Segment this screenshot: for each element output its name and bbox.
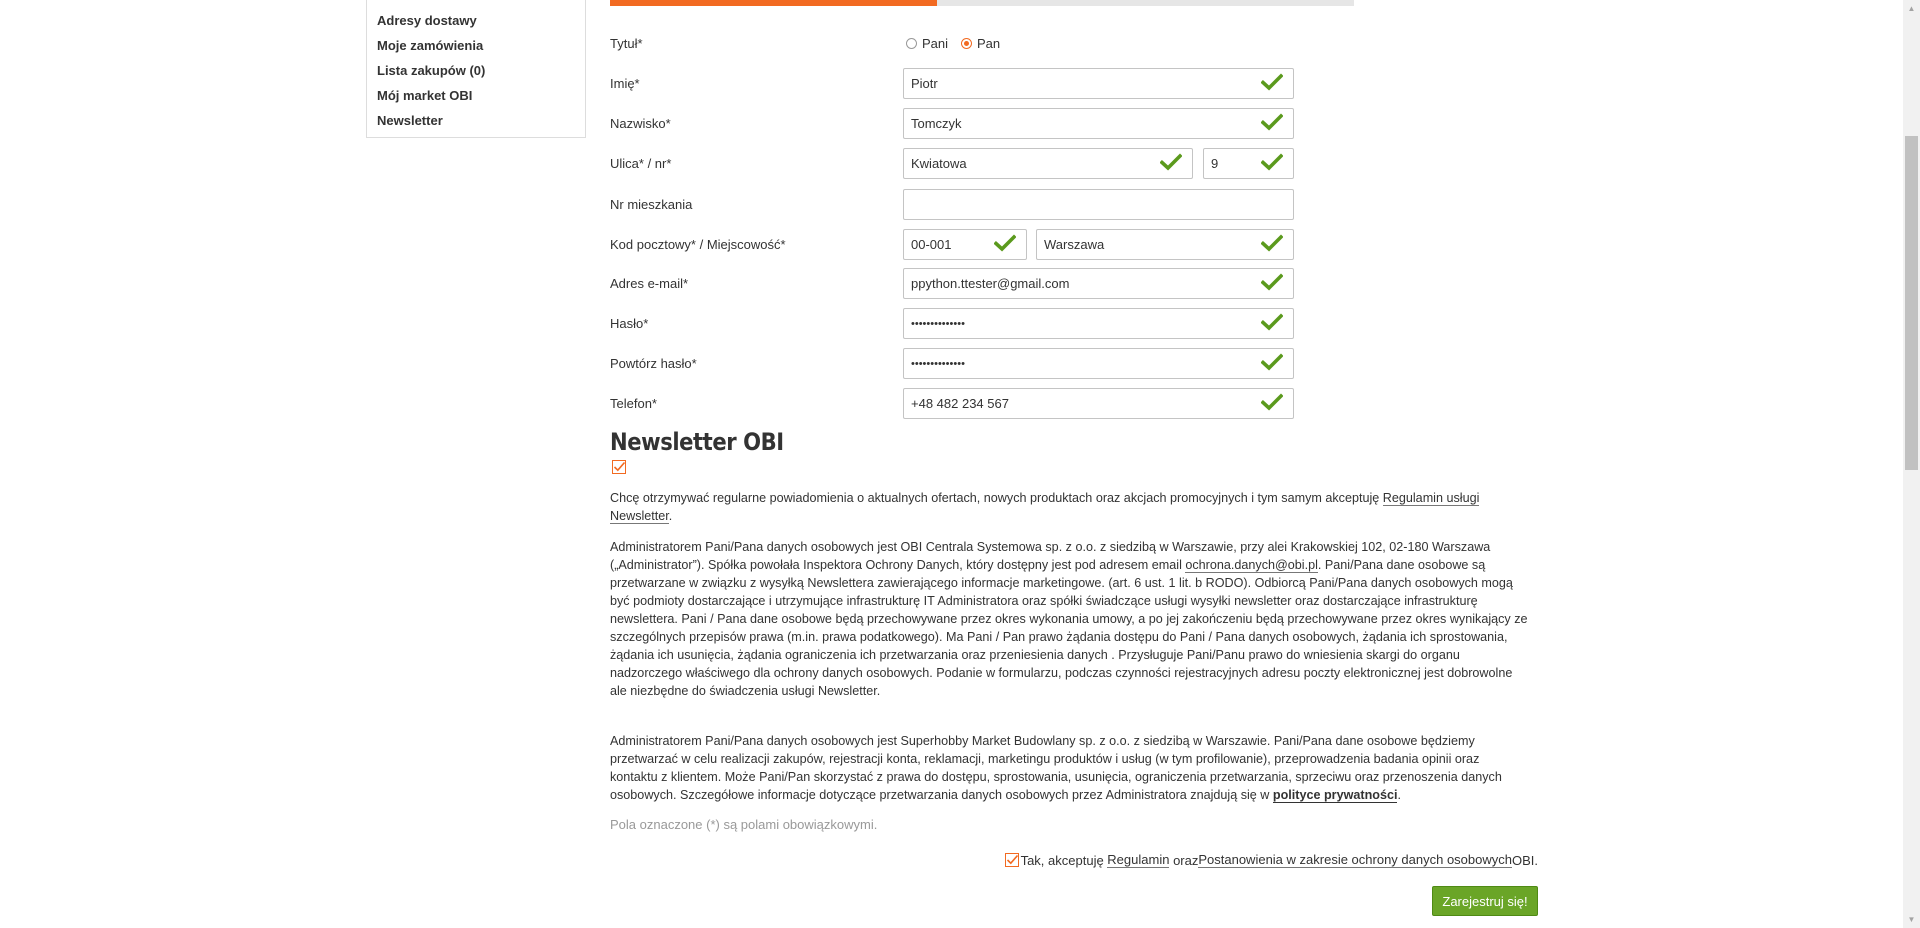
admin2-end: . xyxy=(1397,788,1401,802)
street-field[interactable]: Kwiatowa xyxy=(903,148,1193,179)
valid-check-icon xyxy=(994,233,1020,256)
terms-checkbox[interactable] xyxy=(1004,853,1019,867)
phone-value: +48 482 234 567 xyxy=(911,396,1009,411)
valid-check-icon xyxy=(1261,233,1287,256)
postal-code-value: 00-001 xyxy=(911,237,952,252)
sidebar-item-my-market[interactable]: Mój market OBI xyxy=(377,88,472,103)
password-repeat-label: Powtórz hasło* xyxy=(610,356,697,371)
radio-pan-label: Pan xyxy=(977,36,1001,51)
progress-fill xyxy=(610,0,938,6)
city-value: Warszawa xyxy=(1044,237,1105,252)
first-name-field[interactable]: Piotr xyxy=(903,68,1294,99)
sidebar-item-shopping-list[interactable]: Lista zakupów (0) xyxy=(377,63,485,78)
postal-code-field[interactable]: 00-001 xyxy=(903,229,1027,260)
last-name-value: Tomczyk xyxy=(911,116,962,131)
first-name-value: Piotr xyxy=(911,76,938,91)
password-repeat-field[interactable]: •••••••••••••• xyxy=(903,348,1294,379)
valid-check-icon xyxy=(1261,312,1287,335)
apartment-label: Nr mieszkania xyxy=(610,197,693,212)
consent-end: . xyxy=(668,509,673,523)
last-name-label: Nazwisko* xyxy=(610,116,671,131)
last-name-field[interactable]: Tomczyk xyxy=(903,108,1294,139)
newsletter-heading: Newsletter OBI xyxy=(610,428,784,456)
title-label: Tytuł* xyxy=(610,36,643,51)
valid-check-icon xyxy=(1261,112,1287,135)
postal-city-label: Kod pocztowy* / Miejscowość* xyxy=(610,237,786,252)
sidebar-item-my-orders[interactable]: Moje zamówienia xyxy=(377,38,483,53)
data-protection-terms-link[interactable]: Postanowienia w zakresie ochrony danych … xyxy=(1198,852,1512,868)
valid-check-icon xyxy=(1261,72,1287,95)
email-label: Adres e-mail* xyxy=(610,276,689,291)
password-repeat-value: •••••••••••••• xyxy=(911,357,965,370)
privacy-policy-link[interactable]: polityce prywatności xyxy=(1272,788,1398,803)
house-number-value: 9 xyxy=(1211,156,1219,171)
sidebar-item-newsletter[interactable]: Newsletter xyxy=(377,113,443,128)
radio-pani[interactable] xyxy=(906,38,917,49)
account-sidebar: Adresy dostawy Moje zamówienia Lista zak… xyxy=(366,0,586,138)
accept-suffix: OBI. xyxy=(1511,852,1538,868)
terms-link[interactable]: Regulamin xyxy=(1107,852,1170,868)
city-field[interactable]: Warszawa xyxy=(1036,229,1294,260)
scroll-thumb[interactable] xyxy=(1905,136,1918,470)
password-field[interactable]: •••••••••••••• xyxy=(903,308,1294,339)
street-label: Ulica* / nr* xyxy=(610,156,672,171)
newsletter-checkbox[interactable] xyxy=(612,460,626,474)
email-value: ppython.ttester@gmail.com xyxy=(911,276,1070,291)
newsletter-consent-text: Chcę otrzymywać regularne powiadomienia … xyxy=(610,489,1530,525)
street-value: Kwiatowa xyxy=(911,156,967,171)
sidebar-item-delivery-addresses[interactable]: Adresy dostawy xyxy=(377,13,477,28)
consent-text: Chcę otrzymywać regularne powiadomienia … xyxy=(610,491,1383,505)
apartment-field[interactable] xyxy=(903,189,1294,220)
first-name-label: Imię* xyxy=(610,76,640,91)
administrator-info-1: Administratorem Pani/Pana danych osobowy… xyxy=(610,538,1530,700)
email-field[interactable]: ppython.ttester@gmail.com xyxy=(903,268,1294,299)
page-scrollbar[interactable]: ▲ ▼ xyxy=(1903,0,1920,928)
data-protection-email-link[interactable]: ochrona.danych@obi.pl xyxy=(1185,558,1318,573)
registration-progress xyxy=(610,0,1354,6)
required-fields-note: Pola oznaczone (*) są polami obowiązkowy… xyxy=(610,817,878,832)
valid-check-icon xyxy=(1261,352,1287,375)
radio-pan[interactable] xyxy=(961,38,972,49)
accept-middle: oraz xyxy=(1169,852,1199,868)
radio-pani-label: Pani xyxy=(922,36,949,51)
valid-check-icon xyxy=(1261,152,1287,175)
phone-label: Telefon* xyxy=(610,396,657,411)
terms-acceptance: Tak, akceptuję Regulamin oraz Postanowien… xyxy=(1004,852,1538,868)
title-option-pani[interactable]: Pani xyxy=(906,36,948,51)
valid-check-icon xyxy=(1160,152,1186,175)
scroll-up-arrow-icon[interactable]: ▲ xyxy=(1903,0,1920,17)
password-label: Hasło* xyxy=(610,316,649,331)
accept-prefix: Tak, akceptuję xyxy=(1020,852,1108,868)
admin1-text-b: . Pani/Pana dane osobowe są przetwarzane… xyxy=(610,558,1528,698)
register-button[interactable]: Zarejestruj się! xyxy=(1432,886,1538,916)
phone-field[interactable]: +48 482 234 567 xyxy=(903,388,1294,419)
password-value: •••••••••••••• xyxy=(911,317,965,330)
valid-check-icon xyxy=(1261,392,1287,415)
valid-check-icon xyxy=(1261,272,1287,295)
administrator-info-2: Administratorem Pani/Pana danych osobowy… xyxy=(610,732,1530,804)
house-number-field[interactable]: 9 xyxy=(1203,148,1294,179)
scroll-down-arrow-icon[interactable]: ▼ xyxy=(1903,911,1920,928)
title-option-pan[interactable]: Pan xyxy=(961,36,1000,51)
